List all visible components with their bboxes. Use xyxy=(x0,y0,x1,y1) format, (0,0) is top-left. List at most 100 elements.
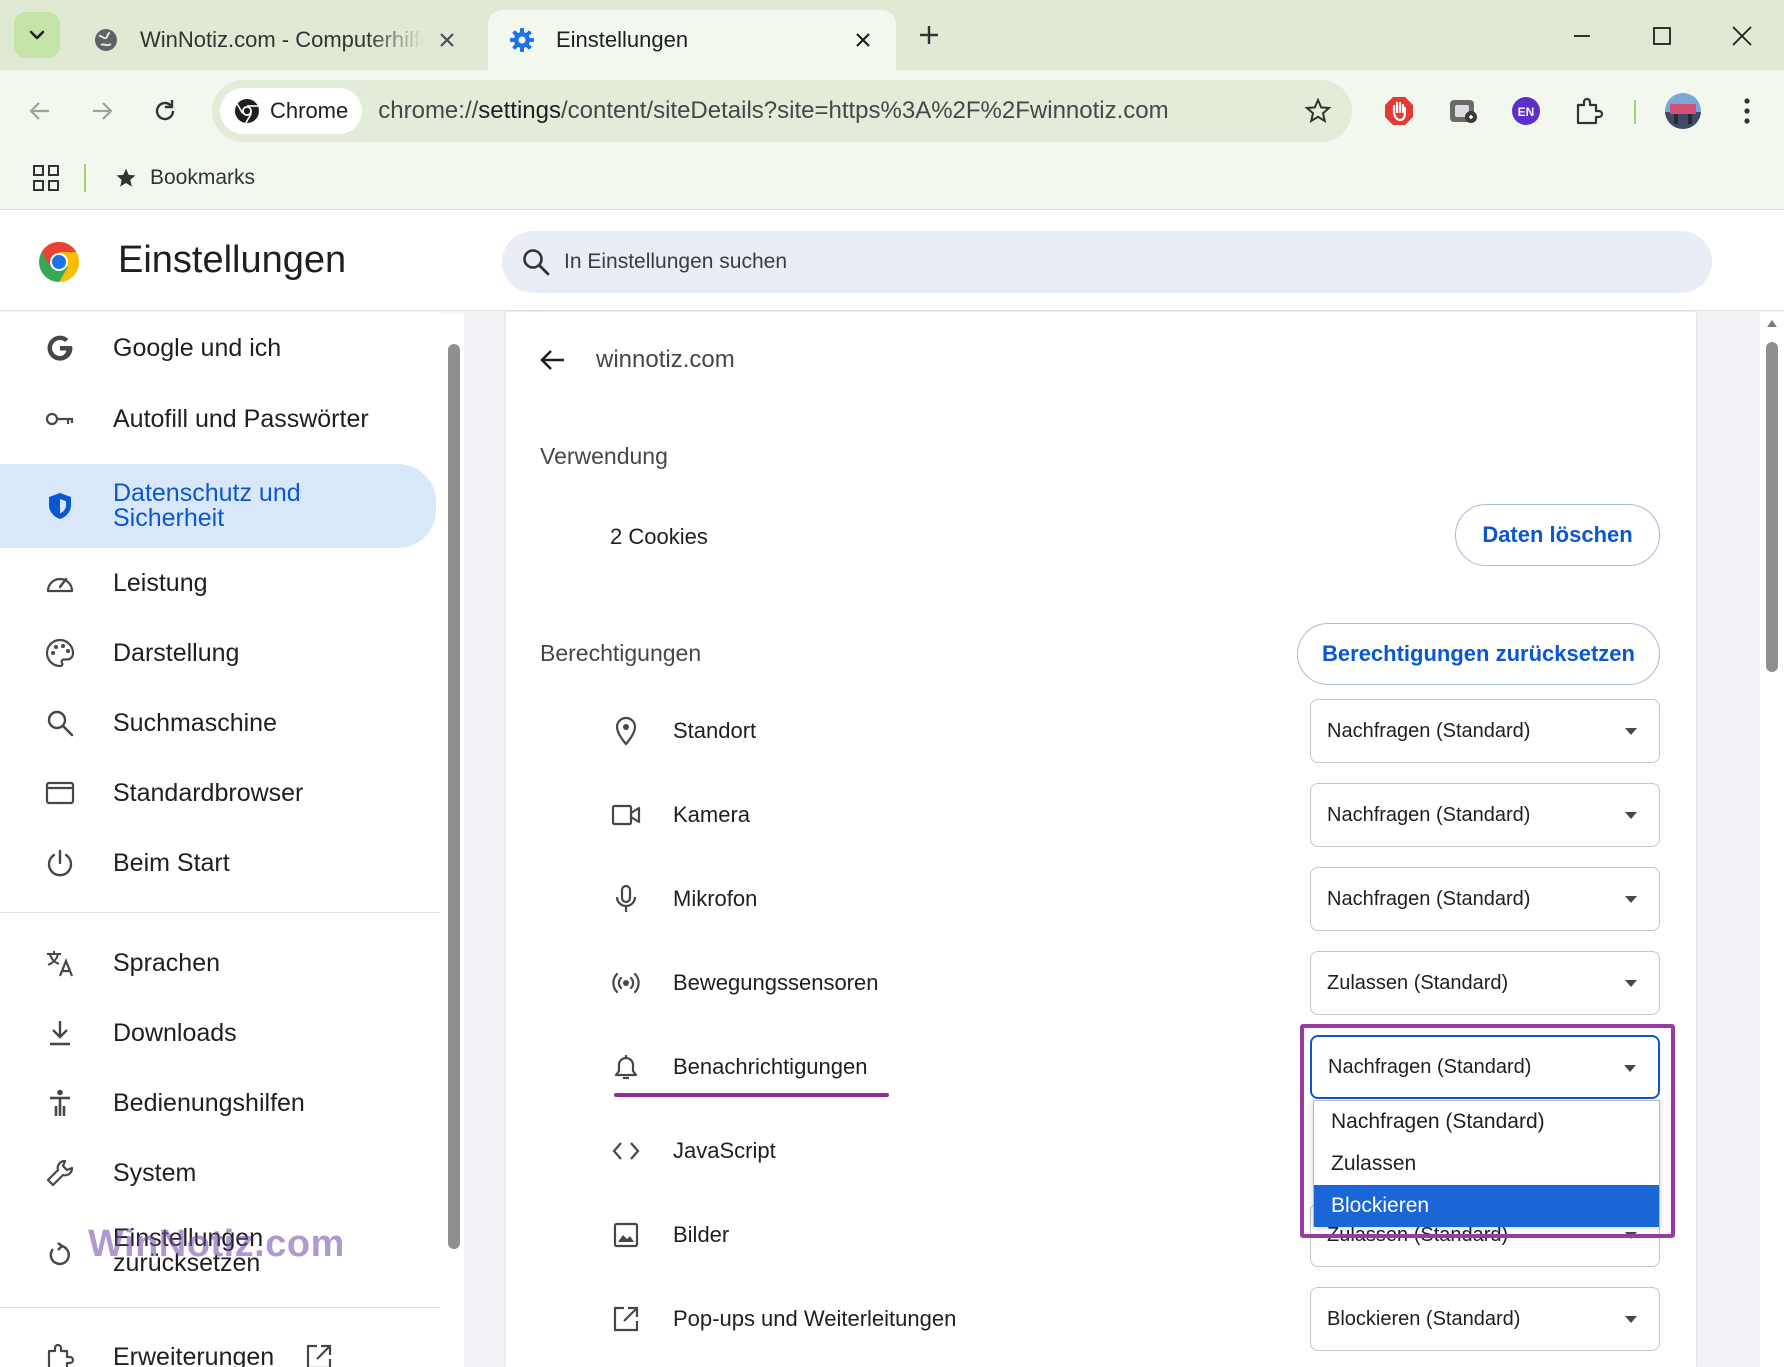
sidebar-divider xyxy=(0,1307,440,1308)
sidebar-item-extensions[interactable]: Erweiterungen xyxy=(0,1322,436,1367)
language-extension-button[interactable]: EN xyxy=(1503,88,1549,134)
adblock-icon xyxy=(1385,97,1413,125)
chrome-icon xyxy=(235,99,259,124)
dropdown-caret-icon xyxy=(1625,980,1637,987)
bookmarks-folder[interactable]: Bookmarks xyxy=(114,160,255,196)
sidebar-item-downloads[interactable]: Downloads xyxy=(0,998,436,1068)
search-icon xyxy=(44,707,76,739)
apps-grid-icon[interactable] xyxy=(30,162,62,194)
new-tab-button[interactable] xyxy=(912,16,946,54)
maximize-button[interactable] xyxy=(1640,14,1684,58)
notifications-underline-annotation xyxy=(614,1093,889,1097)
screenshot-extension-button[interactable] xyxy=(1440,88,1486,134)
site-name: winnotiz.com xyxy=(596,346,735,373)
screenshot-extension-icon xyxy=(1450,100,1477,123)
camera-icon xyxy=(610,799,642,831)
power-icon xyxy=(44,847,76,879)
location-select[interactable]: Nachfragen (Standard) xyxy=(1310,699,1660,763)
delete-data-button[interactable]: Daten löschen xyxy=(1455,504,1660,566)
dropdown-caret-icon xyxy=(1625,812,1637,819)
reset-permissions-button[interactable]: Berechtigungen zurücksetzen xyxy=(1297,623,1660,685)
arrow-right-icon xyxy=(93,102,113,120)
permission-row-microphone: Mikrofon Nachfragen (Standard) xyxy=(610,867,1660,931)
usage-section-title: Verwendung xyxy=(540,443,668,469)
url-text[interactable]: chrome://settings/content/siteDetails?si… xyxy=(378,97,1298,125)
extensions-menu-button[interactable] xyxy=(1566,88,1612,134)
back-button[interactable] xyxy=(17,88,63,134)
globe-icon xyxy=(92,26,120,54)
microphone-select[interactable]: Nachfragen (Standard) xyxy=(1310,867,1660,931)
watermark: WinNotiz.com xyxy=(88,1223,345,1265)
minimize-button[interactable] xyxy=(1560,14,1604,58)
profile-avatar-button[interactable] xyxy=(1660,88,1706,134)
bookmarks-separator xyxy=(84,164,86,192)
settings-header: Einstellungen xyxy=(0,211,1784,311)
palette-icon xyxy=(44,637,76,669)
wrench-icon xyxy=(44,1157,76,1189)
sidebar-item-google[interactable]: Google und ich xyxy=(0,312,436,384)
tab-title: Einstellungen xyxy=(556,27,689,52)
sidebar-item-privacy[interactable]: Datenschutz und Sicherheit xyxy=(0,464,436,548)
dropdown-caret-icon xyxy=(1625,1316,1637,1323)
sidebar-item-performance[interactable]: Leistung xyxy=(0,548,436,618)
bookmarks-label: Bookmarks xyxy=(150,166,256,189)
image-icon xyxy=(610,1219,642,1251)
window-close-button[interactable] xyxy=(1720,14,1764,58)
sidebar: Google und ich Autofill und Passwörter D… xyxy=(0,312,440,1367)
chrome-menu-button[interactable] xyxy=(1724,88,1770,134)
sidebar-item-appearance[interactable]: Darstellung xyxy=(0,618,436,688)
adblock-extension-button[interactable] xyxy=(1376,88,1422,134)
sidebar-divider xyxy=(0,912,440,913)
three-dots-vertical-icon xyxy=(1744,98,1750,124)
chrome-logo-icon xyxy=(39,242,79,282)
reload-button[interactable] xyxy=(142,88,188,134)
gear-icon xyxy=(508,26,536,54)
sidebar-item-languages[interactable]: Sprachen xyxy=(0,928,436,998)
sidebar-item-on-startup[interactable]: Beim Start xyxy=(0,828,436,898)
download-icon xyxy=(44,1017,76,1049)
forward-button[interactable] xyxy=(79,88,125,134)
translate-icon xyxy=(44,947,76,979)
extensions-puzzle-icon xyxy=(1576,97,1604,125)
sidebar-scroll-thumb[interactable] xyxy=(448,344,460,1249)
gauge-icon xyxy=(44,567,76,599)
search-icon xyxy=(523,249,550,276)
avatar-icon xyxy=(1665,93,1701,129)
close-icon[interactable] xyxy=(850,27,876,53)
sidebar-item-system[interactable]: System xyxy=(0,1138,436,1208)
plus-icon xyxy=(920,26,938,44)
sidebar-item-default-browser[interactable]: Standardbrowser xyxy=(0,758,436,828)
star-icon xyxy=(116,168,136,187)
reset-icon xyxy=(44,1239,76,1271)
camera-select[interactable]: Nachfragen (Standard) xyxy=(1310,783,1660,847)
tab-strip: WinNotiz.com - Computerhilfe und Einstel… xyxy=(0,0,1784,70)
motion-sensors-select[interactable]: Zulassen (Standard) xyxy=(1310,951,1660,1015)
search-input[interactable] xyxy=(564,250,1464,274)
tab-winnotiz[interactable]: WinNotiz.com - Computerhilfe und xyxy=(72,10,480,70)
code-icon xyxy=(610,1135,642,1167)
site-info-chip[interactable]: Chrome xyxy=(220,88,363,134)
sidebar-item-search-engine[interactable]: Suchmaschine xyxy=(0,688,436,758)
sidebar-item-autofill[interactable]: Autofill und Passwörter xyxy=(0,384,436,454)
chevron-down-icon xyxy=(29,30,45,40)
sidebar-item-accessibility[interactable]: Bedienungshilfen xyxy=(0,1068,436,1138)
popups-select[interactable]: Blockieren (Standard) xyxy=(1310,1287,1660,1351)
highlight-annotation-box xyxy=(1300,1024,1675,1238)
main-scroll-thumb[interactable] xyxy=(1766,342,1778,672)
address-bar[interactable]: Chrome chrome://settings/content/siteDet… xyxy=(212,80,1352,142)
tab-search-button[interactable] xyxy=(14,12,60,58)
language-extension-icon: EN xyxy=(1512,97,1540,125)
close-icon xyxy=(1732,26,1752,46)
key-icon xyxy=(44,403,76,435)
reload-icon xyxy=(155,100,175,121)
page-title: Einstellungen xyxy=(118,239,347,281)
tab-einstellungen[interactable]: Einstellungen xyxy=(488,10,896,70)
close-icon[interactable] xyxy=(434,27,460,53)
bookmark-star-button[interactable] xyxy=(1298,91,1338,131)
minimize-icon xyxy=(1574,35,1590,37)
external-link-icon xyxy=(306,1344,332,1367)
accessibility-icon xyxy=(44,1087,76,1119)
arrow-left-icon[interactable] xyxy=(534,342,570,378)
bookmarks-bar: Bookmarks xyxy=(0,152,1784,210)
settings-search[interactable] xyxy=(502,231,1712,293)
